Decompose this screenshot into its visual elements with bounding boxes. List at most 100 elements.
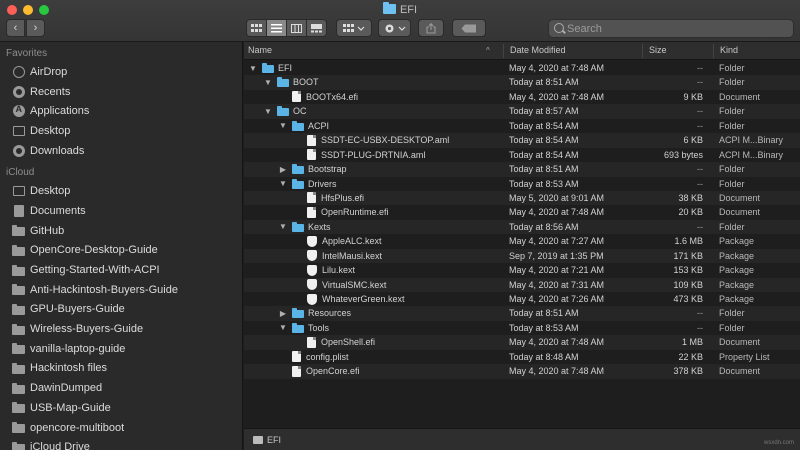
file-row[interactable]: BOOTx64.efi May 4, 2020 at 7:48 AM 9 KB Doc… [244, 90, 800, 104]
sidebar-item-dawindumped[interactable]: DawinDumped [0, 378, 242, 398]
downloads-icon [12, 144, 25, 157]
file-row[interactable]: OpenShell.efi May 4, 2020 at 7:48 AM 1 MB D… [244, 335, 800, 350]
file-kind-cell: ACPI M...Binary [719, 149, 784, 160]
file-row[interactable]: ▼ ACPI Today at 8:54 AM -- Folder [244, 119, 800, 133]
sidebar-item-gpu-buyers-guide[interactable]: GPU-Buyers-Guide [0, 300, 242, 320]
file-size-cell: -- [697, 178, 703, 189]
file-row[interactable]: ▶ Bootstrap Today at 8:51 AM -- Folder [244, 162, 800, 177]
folder-icon [12, 422, 25, 434]
file-size-cell: 171 KB [673, 250, 703, 261]
sidebar-header-icloud: iCloud [6, 167, 35, 179]
column-date-header[interactable]: Date Modified [510, 45, 566, 55]
file-size-cell: 20 KB [678, 207, 703, 218]
watermark: wsxdn.com [763, 440, 794, 446]
sidebar-item-opencore-multiboot[interactable]: opencore-multiboot [0, 418, 242, 438]
file-kind-cell: Folder [719, 221, 745, 232]
sidebar-item-hackintosh-files[interactable]: Hackintosh files [0, 359, 242, 379]
column-name-header[interactable]: Name [248, 45, 272, 55]
sidebar-item-desktop[interactable]: Desktop [0, 181, 242, 201]
sidebar-item-wireless-buyers-guide[interactable]: Wireless-Buyers-Guide [0, 319, 242, 339]
list-view-button[interactable] [266, 19, 287, 37]
file-kind-cell: Document [719, 207, 761, 218]
file-row[interactable]: config.plist Today at 8:48 AM 22 KB Propert… [244, 350, 800, 364]
window-title-label: EFI [399, 4, 418, 16]
column-size-header[interactable]: Size [649, 45, 667, 55]
file-kind-cell: Property List [719, 351, 770, 362]
group-by-button[interactable] [336, 19, 372, 37]
search-field[interactable] [548, 19, 794, 38]
sidebar-item-label: Applications [30, 105, 90, 118]
sidebar-item-anti-hackintosh-buyers-guide[interactable]: Anti-Hackintosh-Buyers-Guide [0, 280, 242, 300]
sidebar-item-label: OpenCore-Desktop-Guide [30, 244, 158, 257]
file-size-cell: 1.6 MB [674, 236, 703, 247]
sidebar-item-downloads[interactable]: Downloads [0, 141, 242, 161]
sidebar-item-applications[interactable]: Applications [0, 101, 242, 121]
window-title: EFI [0, 2, 800, 16]
file-size-cell: 38 KB [678, 192, 703, 203]
back-button[interactable]: ‹ [6, 19, 25, 37]
file-size-cell: 6 KB [683, 135, 703, 146]
sidebar-item-icloud-drive[interactable]: iCloud Drive [0, 437, 242, 450]
sidebar-item-github[interactable]: GitHub [0, 221, 242, 241]
sidebar-item-documents[interactable]: Documents [0, 201, 242, 221]
list-icon [271, 23, 282, 32]
file-row[interactable]: ▼ EFI May 4, 2020 at 7:48 AM -- Folder [244, 61, 800, 75]
sidebar-item-desktop[interactable]: Desktop [0, 121, 242, 141]
view-mode-control [246, 19, 327, 37]
tags-button[interactable] [452, 19, 486, 37]
column-divider[interactable] [503, 44, 504, 58]
forward-button[interactable]: › [26, 19, 45, 37]
folder-icon [12, 284, 25, 296]
sidebar-item-label: DawinDumped [30, 382, 103, 395]
file-row[interactable]: Lilu.kext May 4, 2020 at 7:21 AM 153 KB Pac… [244, 263, 800, 277]
search-input[interactable] [567, 21, 787, 36]
file-kind-cell: Document [719, 192, 761, 203]
sidebar-item-usb-map-guide[interactable]: USB-Map-Guide [0, 398, 242, 418]
desktop-icon [12, 186, 25, 197]
file-size-cell: -- [697, 120, 703, 131]
file-row[interactable]: ▼ BOOT Today at 8:51 AM -- Folder [244, 75, 800, 90]
sidebar-item-label: Desktop [30, 185, 71, 198]
folder-icon [12, 382, 25, 394]
file-row[interactable]: OpenRuntime.efi May 4, 2020 at 7:48 AM 20 … [244, 205, 800, 219]
icon-view-button[interactable] [246, 19, 267, 37]
share-button[interactable] [418, 19, 444, 37]
column-divider[interactable] [713, 44, 714, 58]
file-row[interactable]: AppleALC.kext May 4, 2020 at 7:27 AM 1.6 M… [244, 234, 800, 248]
file-row[interactable]: VirtualSMC.kext May 4, 2020 at 7:31 AM 109… [244, 277, 800, 292]
grid-dropdown-icon [343, 23, 365, 32]
file-size-cell: -- [697, 322, 703, 333]
file-row[interactable]: SSDT-PLUG-DRTNIA.aml Today at 8:54 AM 693 … [244, 148, 800, 162]
action-menu-button[interactable] [378, 19, 411, 37]
file-row[interactable]: ▼ Kexts Today at 8:56 AM -- Folder [244, 219, 800, 235]
file-kind-cell: Folder [719, 322, 745, 333]
column-view-button[interactable] [286, 19, 307, 37]
sidebar-item-vanilla-laptop-guide[interactable]: vanilla-laptop-guide [0, 339, 242, 359]
file-row[interactable]: SSDT-EC-USBX-DESKTOP.aml Today at 8:54 AM… [244, 133, 800, 148]
gallery-view-button[interactable] [306, 19, 327, 37]
file-kind-cell: Document [719, 366, 761, 377]
sidebar-item-airdrop[interactable]: AirDrop [0, 62, 242, 82]
gallery-icon [311, 23, 322, 32]
file-size-cell: -- [697, 63, 703, 73]
columns-icon [291, 23, 302, 33]
file-size-cell: 378 KB [673, 366, 703, 377]
applications-icon [12, 104, 25, 118]
file-row[interactable]: IntelMausi.kext Sep 7, 2019 at 1:35 PM 171… [244, 248, 800, 264]
column-header: Name ^ Date Modified Size Kind [244, 42, 800, 60]
file-row[interactable]: ▼ Drivers Today at 8:53 AM -- Folder [244, 177, 800, 191]
path-bar-label[interactable]: EFI [267, 435, 281, 445]
file-row[interactable]: ▶ Resources Today at 8:51 AM -- Folder [244, 306, 800, 321]
file-row[interactable]: WhateverGreen.kext May 4, 2020 at 7:26 AM… [244, 292, 800, 306]
desktop-icon [12, 125, 25, 136]
file-row[interactable]: ▼ Tools Today at 8:53 AM -- Folder [244, 321, 800, 335]
file-row[interactable]: ▼ OC Today at 8:57 AM -- Folder [244, 104, 800, 119]
sidebar-item-opencore-desktop-guide[interactable]: OpenCore-Desktop-Guide [0, 241, 242, 261]
sidebar-item-getting-started-with-acpi[interactable]: Getting-Started-With-ACPI [0, 260, 242, 280]
column-kind-header[interactable]: Kind [720, 45, 738, 55]
file-row[interactable]: OpenCore.efi May 4, 2020 at 7:48 AM 378 KB… [244, 364, 800, 379]
file-row[interactable]: HfsPlus.efi May 5, 2020 at 9:01 AM 38 KB Do… [244, 190, 800, 206]
file-kind-cell: Package [719, 236, 755, 247]
sidebar-item-recents[interactable]: Recents [0, 82, 242, 102]
column-divider[interactable] [642, 44, 643, 58]
